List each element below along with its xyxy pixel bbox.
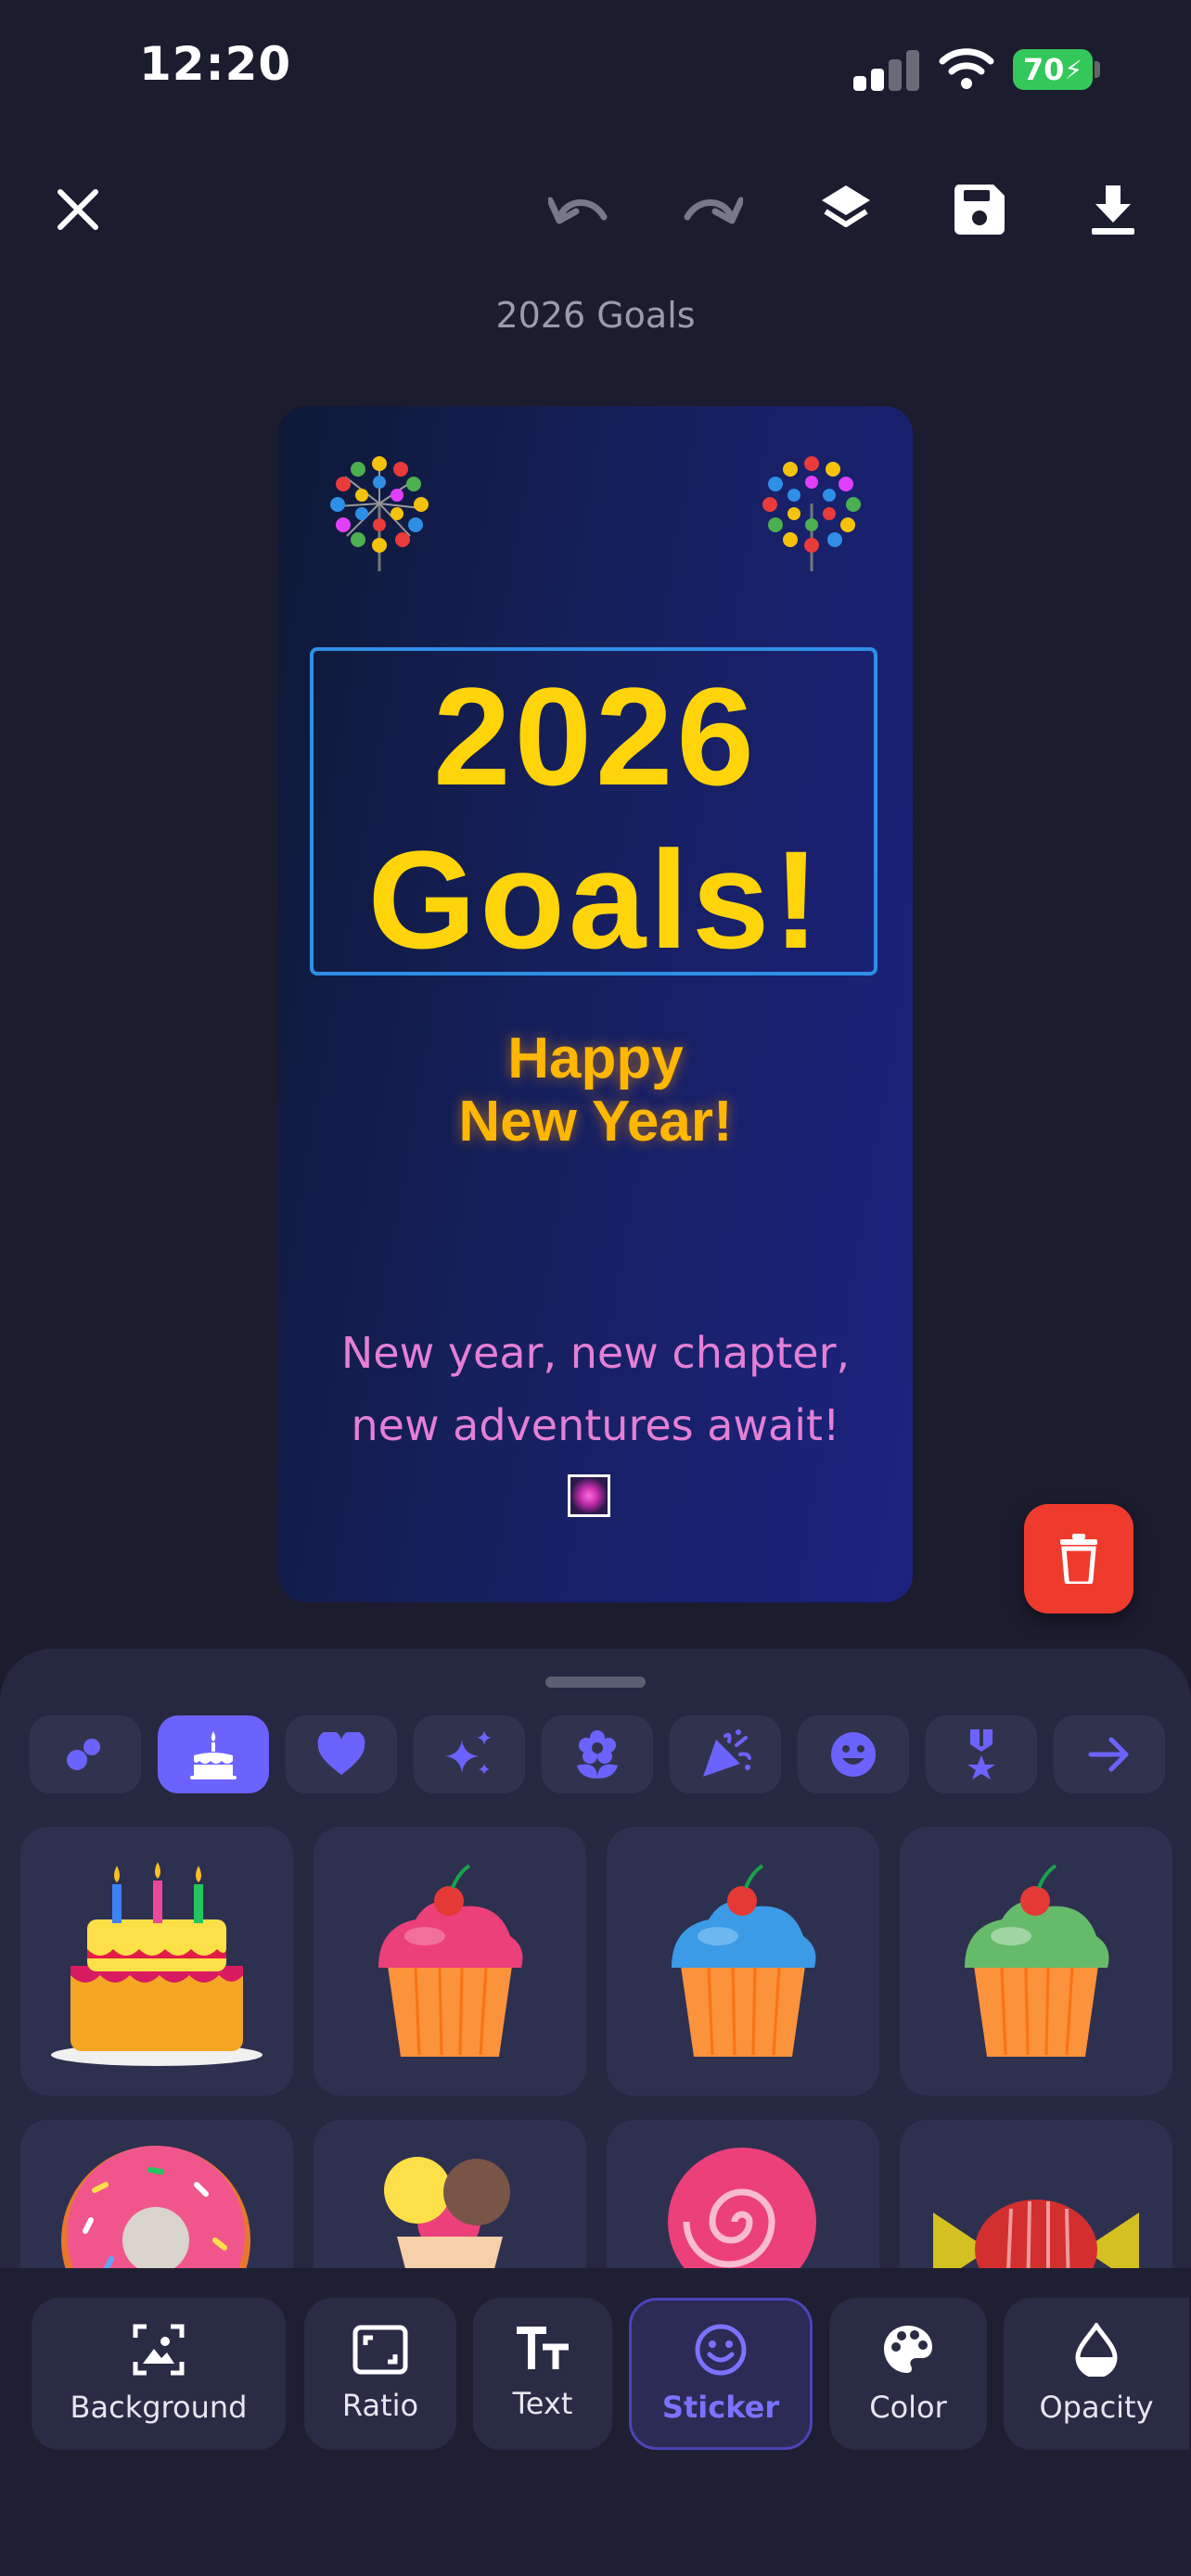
redo-button[interactable]: [675, 172, 749, 247]
sticker-birthday-cake[interactable]: [20, 1827, 293, 2096]
sticker-cupcake-green[interactable]: [900, 1827, 1172, 2096]
birthday-cake-icon: [51, 1862, 263, 2066]
opacity-drop-icon: [1075, 2323, 1118, 2377]
firework-right-sticker[interactable]: [761, 453, 863, 573]
save-button[interactable]: [942, 172, 1017, 247]
sticker-cupcake-blue[interactable]: [607, 1827, 879, 2096]
sheet-grabber[interactable]: [545, 1677, 646, 1688]
category-sparkles[interactable]: [414, 1715, 525, 1793]
category-medal[interactable]: [926, 1715, 1037, 1793]
document-title: 2026 Goals: [495, 295, 696, 336]
tool-text-label: Text: [512, 2386, 573, 2421]
palette-icon: [884, 2326, 932, 2373]
download-button[interactable]: [1076, 172, 1150, 247]
sparkle-sticker[interactable]: [568, 1474, 610, 1517]
tool-color-label: Color: [869, 2390, 947, 2425]
tagline-line-1: New year, new chapter,: [340, 1328, 851, 1378]
tagline-line-2: new adventures await!: [351, 1400, 840, 1450]
battery-indicator: 70 ⚡: [1013, 49, 1093, 90]
redo-icon: [684, 197, 743, 224]
cake-icon: [190, 1731, 237, 1779]
category-flower[interactable]: [542, 1715, 653, 1793]
subheadline-line-2: New Year!: [458, 1090, 733, 1154]
category-smiley[interactable]: [798, 1715, 909, 1793]
sparkles-icon: [445, 1730, 492, 1775]
battery-tip: [1095, 61, 1100, 78]
close-button[interactable]: [41, 172, 115, 247]
trash-icon: [1060, 1534, 1097, 1584]
cellular-signal-icon: [853, 48, 920, 91]
category-more[interactable]: [1054, 1715, 1165, 1793]
cupcake-blue-icon: [672, 1864, 816, 2057]
tool-background[interactable]: Background: [32, 2298, 286, 2450]
undo-button[interactable]: [542, 172, 616, 247]
sticker-cupcake-pink[interactable]: [314, 1827, 586, 2096]
heart-icon: [317, 1732, 365, 1775]
bubbles-icon: [67, 1739, 100, 1770]
close-icon: [58, 189, 98, 230]
delete-button[interactable]: [1024, 1504, 1133, 1613]
tool-opacity-label: Opacity: [1039, 2390, 1154, 2425]
sticker-smiley-icon: [695, 2324, 747, 2376]
download-icon: [1092, 185, 1134, 235]
category-cake[interactable]: [158, 1715, 269, 1793]
smiley-icon: [831, 1732, 876, 1777]
design-canvas[interactable]: 2026 Goals! Happy New Year! New year, ne…: [278, 406, 913, 1602]
headline-line-2: Goals!: [367, 822, 824, 977]
layers-icon: [822, 185, 870, 227]
tool-ratio[interactable]: Ratio: [304, 2298, 456, 2450]
text-icon: [517, 2327, 569, 2369]
category-heart[interactable]: [286, 1715, 397, 1793]
status-time: 12:20: [139, 37, 292, 91]
arrow-right-icon: [1088, 1737, 1129, 1772]
tool-color[interactable]: Color: [829, 2298, 987, 2450]
category-party[interactable]: [670, 1715, 781, 1793]
undo-icon: [548, 197, 608, 224]
party-popper-icon: [703, 1729, 751, 1777]
headline-line-1: 2026: [433, 658, 758, 814]
subheadline-line-1: Happy: [507, 1027, 684, 1090]
medal-icon: [967, 1729, 995, 1779]
category-bubbles[interactable]: [30, 1715, 141, 1793]
tagline-text[interactable]: New year, new chapter, new adventures aw…: [278, 1317, 913, 1461]
happy-new-year-text[interactable]: Happy New Year!: [278, 1027, 913, 1154]
background-image-icon: [133, 2324, 185, 2376]
tool-text[interactable]: Text: [473, 2298, 612, 2450]
layers-button[interactable]: [809, 172, 883, 247]
save-icon: [954, 185, 1005, 235]
flower-icon: [577, 1730, 618, 1779]
ratio-icon: [352, 2325, 408, 2375]
tool-opacity[interactable]: Opacity: [1004, 2298, 1189, 2450]
tool-ratio-label: Ratio: [341, 2388, 419, 2423]
headline-text[interactable]: 2026 Goals!: [278, 655, 913, 981]
cupcake-green-icon: [965, 1864, 1109, 2057]
firework-left-sticker[interactable]: [328, 453, 430, 573]
tool-sticker-label: Sticker: [661, 2390, 780, 2425]
tool-background-label: Background: [70, 2390, 248, 2425]
tool-sticker[interactable]: Sticker: [629, 2298, 813, 2450]
wifi-icon: [939, 48, 994, 89]
cupcake-pink-icon: [378, 1864, 523, 2057]
battery-level: 70: [1022, 52, 1065, 87]
